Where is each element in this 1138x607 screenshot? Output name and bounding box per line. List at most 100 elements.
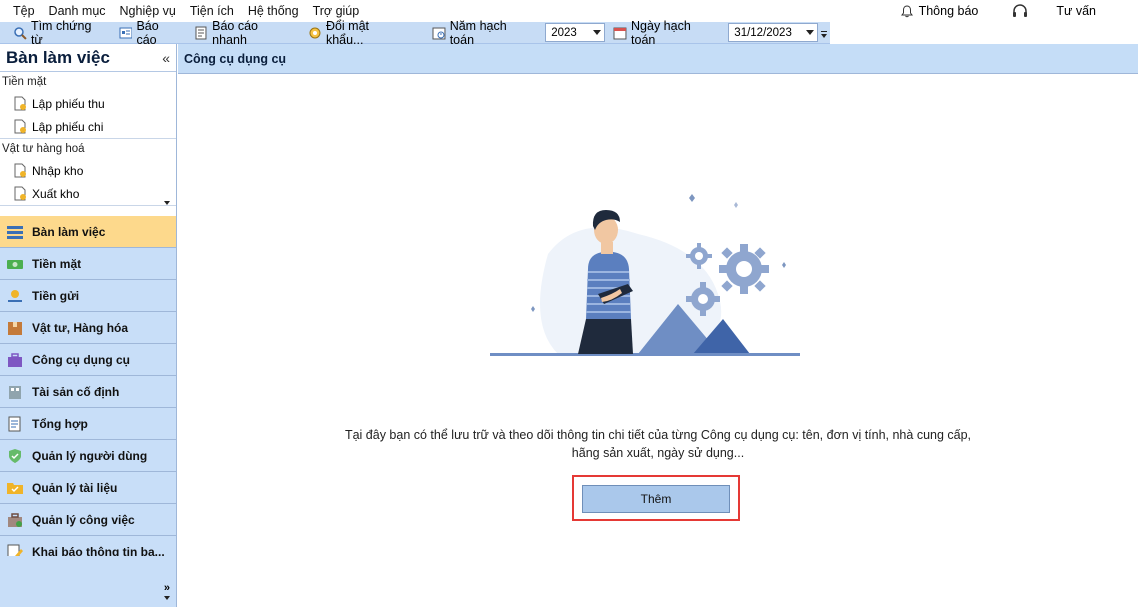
fiscal-year-value: 2023 bbox=[551, 26, 577, 39]
document-icon bbox=[14, 96, 26, 111]
notifications-label: Thông báo bbox=[918, 4, 979, 18]
nav-label: Tài sản cố định bbox=[32, 384, 120, 399]
shortcut-groups: Tiền mặt Lập phiếu thu Lập phiếu chi Vật… bbox=[0, 72, 176, 215]
posting-date-picker[interactable]: 31/12/2023 bbox=[728, 23, 819, 42]
nav-user-management[interactable]: Quản lý người dùng bbox=[0, 440, 176, 472]
empty-state-illustration bbox=[490, 194, 800, 356]
shortcut-receipt[interactable]: Lập phiếu thu bbox=[0, 92, 176, 115]
menu-utilities[interactable]: Tiện ích bbox=[183, 4, 241, 18]
cash-icon bbox=[7, 259, 23, 269]
headset-icon bbox=[1013, 3, 1028, 17]
scroll-down-icon[interactable] bbox=[164, 201, 170, 205]
chevron-down-icon bbox=[806, 30, 815, 35]
nav-label: Tiền mặt bbox=[32, 256, 82, 271]
toolbox-icon bbox=[8, 352, 22, 367]
advice-button[interactable]: Tư vấn bbox=[1012, 3, 1096, 19]
menu-help[interactable]: Trợ giúp bbox=[306, 4, 367, 18]
briefcase-icon bbox=[8, 512, 22, 527]
report-button[interactable]: Báo cáo bbox=[113, 18, 189, 47]
change-password-button[interactable]: Đổi mật khẩu... bbox=[302, 18, 416, 47]
calendar-icon bbox=[613, 27, 627, 39]
shortcut-group-title: Tiền mặt bbox=[2, 76, 47, 88]
collapse-icon[interactable]: « bbox=[162, 50, 170, 66]
report-label: Báo cáo bbox=[136, 18, 159, 47]
magnifier-icon bbox=[14, 26, 27, 40]
shortcut-label: Lập phiếu chi bbox=[32, 119, 104, 134]
fiscal-year-select[interactable]: 2023 bbox=[545, 23, 606, 42]
coin-hand-icon bbox=[8, 289, 22, 302]
empty-state-description: Tại đây bạn có thể lưu trữ và theo dõi t… bbox=[344, 428, 972, 460]
shortcut-stock-in[interactable]: Nhập kho bbox=[0, 159, 176, 182]
nav-fixed-assets[interactable]: Tài sản cố định bbox=[0, 376, 176, 408]
toolbar-overflow-button[interactable] bbox=[820, 22, 830, 44]
nav-cash[interactable]: Tiền mặt bbox=[0, 248, 176, 280]
main-content: Công cụ dụng cụ Tại đây bạn có thể lưu t… bbox=[178, 44, 1138, 607]
nav-dashboard[interactable]: Bàn làm việc bbox=[0, 216, 176, 248]
building-icon bbox=[9, 385, 21, 399]
shortcut-group-inventory: Vật tư hàng hoá Nhập kho Xuất kho bbox=[0, 139, 176, 206]
chevron-down-icon[interactable] bbox=[164, 596, 170, 600]
advice-label: Tư vấn bbox=[1056, 4, 1096, 18]
nav-label: Công cụ dụng cụ bbox=[32, 352, 130, 367]
change-password-label: Đổi mật khẩu... bbox=[325, 18, 370, 47]
bell-icon bbox=[900, 4, 913, 17]
add-button[interactable]: Thêm bbox=[582, 485, 730, 513]
toolbar: Tìm chứng từ Báo cáo Báo cáo nhanh Đổi m… bbox=[0, 18, 830, 47]
shortcut-group-cash: Tiền mặt Lập phiếu thu Lập phiếu chi bbox=[0, 72, 176, 139]
nav-label: Quản lý người dùng bbox=[32, 448, 148, 463]
sidebar-title: Bàn làm việc bbox=[6, 47, 110, 67]
fiscal-year-label: Năm hạch toán bbox=[449, 18, 507, 47]
document-icon bbox=[14, 186, 26, 201]
nav-label: Tổng hợp bbox=[32, 416, 88, 431]
nav-tools[interactable]: Công cụ dụng cụ bbox=[0, 344, 176, 376]
page-title-bar: Công cụ dụng cụ bbox=[178, 44, 1138, 74]
page-title: Công cụ dụng cụ bbox=[184, 51, 287, 66]
calendar-clock-icon bbox=[432, 27, 446, 39]
quick-report-label: Báo cáo nhanh bbox=[212, 18, 259, 47]
key-icon bbox=[309, 27, 321, 38]
nav-task-management[interactable]: Quản lý công việc bbox=[0, 504, 176, 536]
nav-document-management[interactable]: Quản lý tài liệu bbox=[0, 472, 176, 504]
nav-label: Quản lý tài liệu bbox=[32, 480, 118, 495]
dashboard-icon bbox=[7, 225, 23, 239]
nav-footer: » bbox=[0, 556, 176, 607]
posting-date-label: Ngày hạch toán bbox=[631, 18, 691, 47]
posting-date-value: 31/12/2023 bbox=[734, 26, 792, 39]
notifications-button[interactable]: Thông báo bbox=[900, 4, 979, 18]
nav-label: Quản lý công việc bbox=[32, 512, 135, 527]
quick-report-button[interactable]: Báo cáo nhanh bbox=[188, 18, 302, 47]
document-icon bbox=[14, 119, 26, 134]
shortcut-label: Lập phiếu thu bbox=[32, 96, 105, 111]
shortcut-stock-out[interactable]: Xuất kho bbox=[0, 182, 176, 205]
module-nav: Bàn làm việc Tiền mặt Tiền gửi Vật tư, H… bbox=[0, 216, 176, 568]
sidebar-header: Bàn làm việc « bbox=[0, 44, 176, 72]
quick-report-icon bbox=[195, 26, 207, 39]
nav-label: Tiền gửi bbox=[32, 288, 80, 303]
find-voucher-label: Tìm chứng từ bbox=[30, 18, 92, 47]
nav-inventory[interactable]: Vật tư, Hàng hóa bbox=[0, 312, 176, 344]
nav-bank-deposit[interactable]: Tiền gửi bbox=[0, 280, 176, 312]
box-icon bbox=[8, 321, 22, 335]
menu-file[interactable]: Tệp bbox=[0, 4, 42, 18]
add-button-highlight: Thêm bbox=[572, 475, 740, 521]
shortcut-label: Nhập kho bbox=[32, 163, 84, 178]
sidebar: Bàn làm việc « Tiền mặt Lập phiếu thu Lậ… bbox=[0, 44, 177, 607]
menu-system[interactable]: Hệ thống bbox=[241, 4, 306, 18]
nav-general[interactable]: Tổng hợp bbox=[0, 408, 176, 440]
ledger-icon bbox=[8, 416, 21, 431]
shortcut-group-title: Vật tư hàng hoá bbox=[2, 143, 85, 155]
folder-check-icon bbox=[7, 482, 23, 494]
menu-catalog[interactable]: Danh mục bbox=[42, 4, 113, 18]
fiscal-year-label-group: Năm hạch toán bbox=[426, 18, 540, 47]
posting-date-label-group: Ngày hạch toán bbox=[607, 18, 724, 47]
shortcut-label: Xuất kho bbox=[32, 186, 80, 201]
chevron-down-icon bbox=[593, 30, 602, 35]
expand-more-icon[interactable]: » bbox=[164, 582, 170, 594]
find-voucher-button[interactable]: Tìm chứng từ bbox=[0, 18, 113, 47]
shortcut-payment[interactable]: Lập phiếu chi bbox=[0, 115, 176, 138]
document-icon bbox=[14, 163, 26, 178]
nav-label: Bàn làm việc bbox=[32, 224, 106, 239]
shield-icon bbox=[9, 448, 21, 463]
menu-operations[interactable]: Nghiệp vụ bbox=[113, 4, 183, 18]
nav-label: Vật tư, Hàng hóa bbox=[32, 320, 129, 335]
